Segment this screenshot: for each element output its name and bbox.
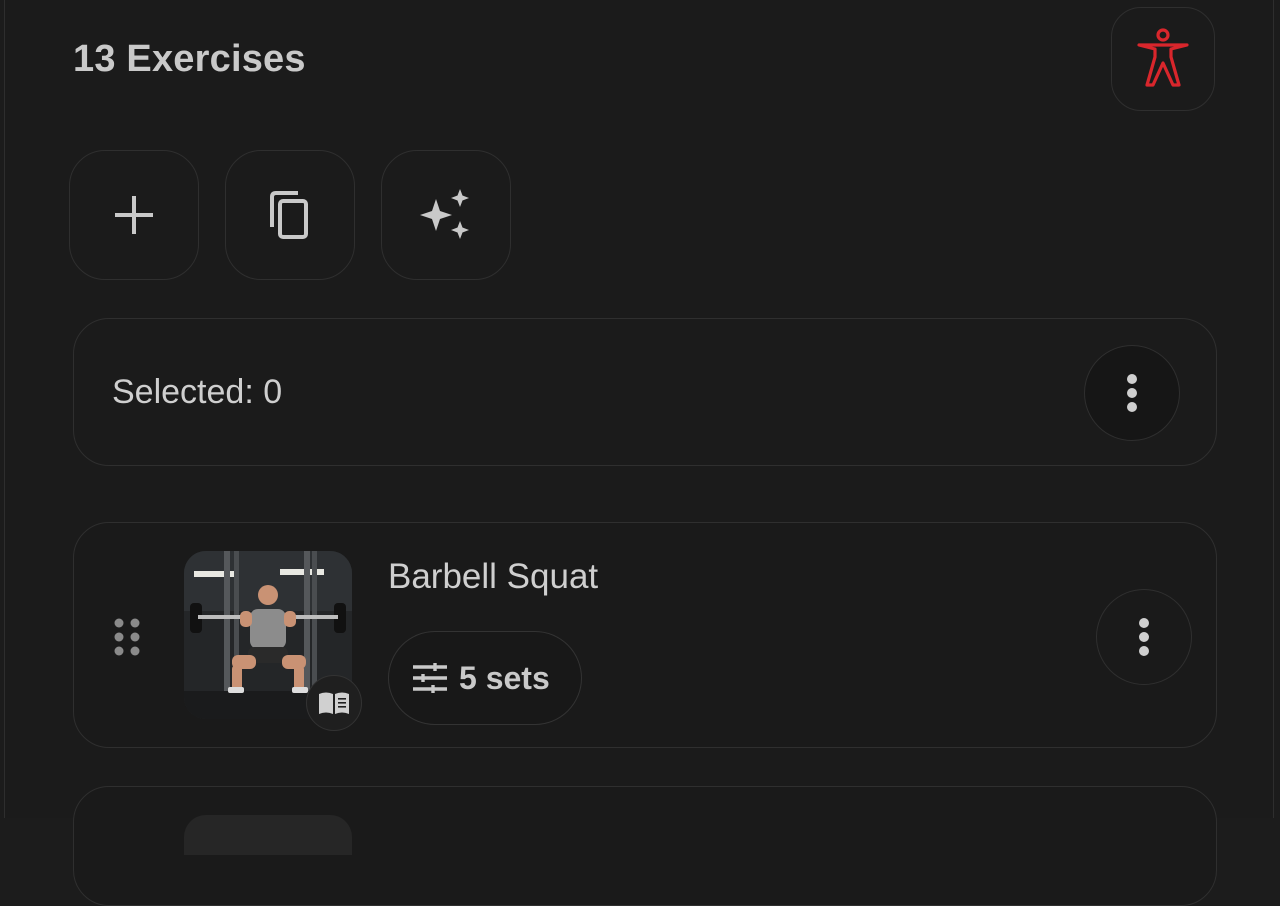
exercise-list-panel: 13 Exercises Selected: 0 Barbell Squat 5… [4,0,1274,906]
add-exercise-button[interactable] [69,150,199,280]
sets-button[interactable]: 5 sets [388,631,582,725]
selection-bar: Selected: 0 [73,318,1217,466]
copy-button[interactable] [225,150,355,280]
instructions-badge[interactable] [306,675,362,731]
exercise-menu-button[interactable] [1096,589,1192,685]
exercise-count-title: 13 Exercises [73,38,306,80]
exercise-name: Barbell Squat [388,557,599,596]
exercise-card[interactable] [73,786,1217,906]
book-icon [319,692,349,714]
more-vertical-icon [1139,618,1149,656]
copy-icon [270,191,308,239]
exercise-thumbnail[interactable] [184,815,352,855]
plus-icon [115,196,153,234]
muscle-map-button[interactable] [1111,7,1215,111]
drag-handle-icon[interactable] [112,617,142,657]
more-vertical-icon [1127,374,1137,412]
sliders-icon [413,663,447,693]
sets-count-label: 5 sets [459,659,550,696]
ai-generate-button[interactable] [381,150,511,280]
selected-count-label: Selected: 0 [112,373,283,411]
exercise-card[interactable]: Barbell Squat 5 sets [73,522,1217,748]
accessibility-figure-icon [1137,28,1189,87]
sparkles-icon [420,189,469,239]
selection-menu-button[interactable] [1084,345,1180,441]
